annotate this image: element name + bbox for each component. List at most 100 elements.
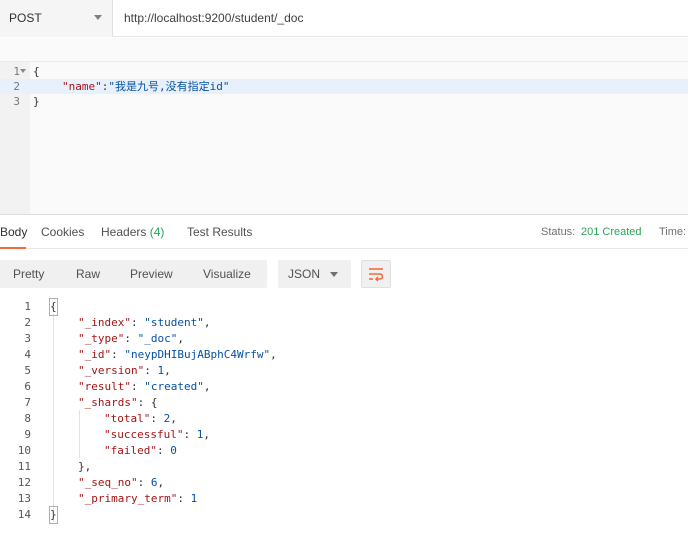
code-text: { [49, 298, 58, 316]
view-raw-button[interactable]: Raw [76, 267, 100, 281]
view-visualize-button[interactable]: Visualize [203, 267, 251, 281]
view-preview-button[interactable]: Preview [130, 267, 173, 281]
request-body-editor[interactable]: 1 { 2 "name":"我是九号,没有指定id" 3 } [0, 62, 688, 214]
code-text: "_shards": { [78, 396, 158, 409]
response-body-viewer[interactable]: 1 { 2 "_index": "student", 3 "_type": "_… [0, 298, 688, 536]
json-key: "_primary_term" [78, 492, 178, 505]
request-subtabs-strip [0, 38, 688, 62]
json-key: "result" [78, 380, 131, 393]
json-value: { [150, 396, 158, 409]
line-number: 1 [24, 300, 31, 313]
tab-body[interactable]: Body [0, 225, 27, 239]
method-select[interactable]: POST [0, 0, 113, 37]
line-number: 13 [17, 492, 31, 505]
json-punct: , [270, 348, 277, 361]
line-number: 3 [13, 95, 20, 108]
line-number: 12 [17, 476, 31, 489]
code-text: } [33, 95, 40, 108]
response-line: 2 "_index": "student", [0, 315, 688, 331]
tab-headers[interactable]: Headers (4) [101, 225, 164, 239]
json-punct: , [157, 476, 165, 489]
json-value: "student" [144, 316, 204, 329]
json-punct: , [203, 316, 211, 329]
format-select-value: JSON [288, 267, 321, 281]
request-line-active: 2 "name":"我是九号,没有指定id" [0, 79, 688, 94]
tab-test-results[interactable]: Test Results [187, 225, 252, 239]
response-line: 9 "successful": 1, [0, 427, 688, 443]
code-text: "_version": 1, [78, 364, 171, 377]
code-text: "_type": "_doc", [78, 332, 184, 345]
response-line: 6 "result": "created", [0, 379, 688, 395]
line-number: 9 [24, 428, 31, 441]
json-key: "_seq_no" [78, 476, 138, 489]
json-key: "failed" [104, 444, 157, 457]
response-line: 7 "_shards": { [0, 395, 688, 411]
fold-arrow-icon[interactable] [20, 69, 26, 73]
response-line: 12 "_seq_no": 6, [0, 475, 688, 491]
response-line: 8 "total": 2, [0, 411, 688, 427]
wrap-lines-button[interactable] [361, 260, 391, 288]
status-value[interactable]: 201 Created [581, 226, 642, 238]
json-punct: , [164, 364, 171, 377]
line-number: 1 [13, 65, 20, 78]
code-text: "total": 2, [104, 412, 177, 425]
wrap-lines-icon [369, 268, 384, 282]
json-value: 0 [170, 444, 177, 457]
code-text: "result": "created", [78, 380, 211, 393]
code-text: }, [78, 460, 92, 473]
json-value: 1 [190, 492, 198, 505]
line-number: 8 [24, 412, 31, 425]
json-key: "_index" [78, 316, 131, 329]
json-key: "_shards" [78, 396, 138, 409]
json-key: "name" [62, 80, 102, 93]
code-text: { [33, 65, 40, 78]
response-line: 11 }, [0, 459, 688, 475]
format-select[interactable]: JSON [278, 260, 351, 288]
method-label: POST [9, 11, 42, 25]
json-punct: , [170, 412, 177, 425]
response-line: 5 "_version": 1, [0, 363, 688, 379]
response-line: 10 "failed": 0 [0, 443, 688, 459]
line-number: 2 [24, 316, 31, 329]
line-number: 4 [24, 348, 31, 361]
active-tab-indicator [0, 247, 26, 249]
json-key: "_type" [78, 332, 125, 345]
time-label: Time: [659, 226, 687, 238]
response-tabs: Body Cookies Headers (4) Test Results St… [0, 214, 688, 249]
response-line: 14 } [0, 506, 688, 524]
json-punct: , [203, 428, 210, 441]
line-number: 14 [17, 508, 31, 521]
response-line: 1 { [0, 298, 688, 316]
json-key: "successful" [104, 428, 184, 441]
json-punct: , [203, 380, 211, 393]
line-number: 5 [24, 364, 31, 377]
request-line: 1 { [0, 64, 688, 79]
url-input[interactable]: http://localhost:9200/student/_doc [124, 11, 303, 25]
json-value: "我是九号,没有指定id" [108, 80, 230, 93]
code-text: "successful": 1, [104, 428, 210, 441]
line-number: 7 [24, 396, 31, 409]
json-value: "_doc" [137, 332, 178, 345]
code-text: "_index": "student", [78, 316, 211, 329]
json-key: "_id" [78, 348, 112, 361]
request-line: 3 } [0, 94, 688, 109]
response-toolbar: Pretty Raw Preview Visualize JSON [0, 250, 688, 296]
line-number: 3 [24, 332, 31, 345]
line-number: 2 [13, 80, 20, 93]
line-number: 11 [17, 460, 31, 473]
code-text: "failed": 0 [104, 444, 177, 457]
response-line: 13 "_primary_term": 1 [0, 491, 688, 507]
code-text: "_seq_no": 6, [78, 476, 165, 489]
json-key: "total" [104, 412, 151, 425]
tab-cookies[interactable]: Cookies [41, 225, 84, 239]
response-line: 4 "_id": "neypDHIBujABphC4Wrfw", [0, 347, 688, 363]
view-mode-group: Pretty Raw Preview Visualize [0, 260, 267, 288]
chevron-down-icon [94, 15, 102, 20]
json-value: "created" [144, 380, 204, 393]
line-number: 10 [17, 444, 31, 457]
json-value: "neypDHIBujABphC4Wrfw" [124, 348, 271, 361]
response-line: 3 "_type": "_doc", [0, 331, 688, 347]
headers-count-badge: (4) [149, 225, 165, 239]
code-text: "_id": "neypDHIBujABphC4Wrfw", [78, 348, 277, 361]
view-pretty-button[interactable]: Pretty [13, 267, 44, 281]
